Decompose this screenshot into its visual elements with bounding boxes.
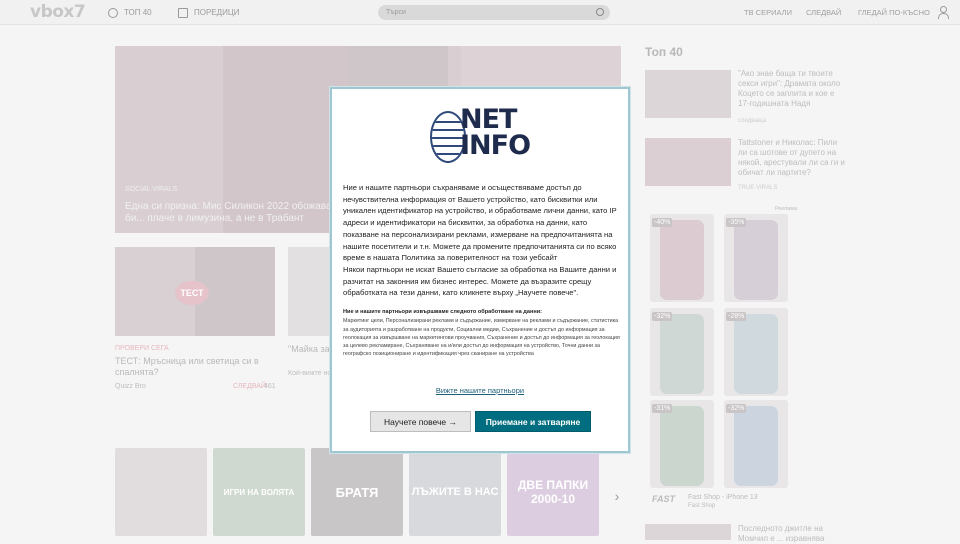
ad-product-1[interactable]: -40% [650,214,714,302]
ad-footer-sub: Fast Shop [688,503,716,509]
consent-paragraph-2: Някои партньори не искат Вашето съгласие… [343,264,617,298]
ad-brand: FAST [652,494,676,504]
card-count: 461 [264,383,276,390]
nav-series-label: ПОРЕДИЦИ [194,8,240,17]
learn-more-button[interactable]: Научете повече → [370,411,471,432]
nav-top40[interactable]: ТОП 40 [108,0,152,25]
nav-tv-series[interactable]: ТВ СЕРИАЛИ [744,8,792,17]
top40-title-1[interactable]: "Ако знае баща ти твоите секси игри": Др… [738,69,848,109]
card2-thumbnail[interactable] [288,247,333,336]
consent-paragraph-1: Ние и нашите партньори съхраняваме и осъ… [343,183,617,263]
ad-product-6[interactable]: -32% [724,400,788,488]
ad-product-4[interactable]: -28% [724,308,788,396]
purposes-list: Маркетинг цели, Персонализирани реклами … [343,318,620,358]
ad-label: Реклама [775,206,798,212]
card2-title[interactable]: "Майка за... почивка с ... [288,344,332,355]
card-follow-button[interactable]: СЛЕДВАЙ [233,383,266,390]
carousel-next-arrow[interactable]: › [610,484,624,508]
ad-product-5[interactable]: -31% [650,400,714,488]
netinfo-logo: NET INFO [430,106,532,167]
search-icon[interactable] [596,8,604,16]
show-tile-1[interactable] [115,448,207,536]
card-tag: ПРОВЕРИ СЕГА [115,345,169,352]
card-author[interactable]: Quizz Bro [115,383,146,390]
view-partners-link[interactable]: Вижте нашите партньори [332,386,628,395]
ad-product-3[interactable]: -32% [650,308,714,396]
film-icon [178,7,188,18]
top40-thumb-3[interactable] [645,524,731,540]
show-tile-4[interactable]: ЛЪЖИТЕ В НАС [409,448,501,536]
top40-icon [108,7,118,18]
nav-series[interactable]: ПОРЕДИЦИ [178,0,239,25]
card-thumbnail[interactable]: ТЕСТ [115,247,275,336]
card2-author: Кой-вижте нов... [288,370,332,377]
consent-purposes: Ние и нашите партньори извършваме следно… [343,308,621,359]
ad-product-2[interactable]: -35% [724,214,788,302]
show-tile-3[interactable]: БРАТЯ [311,448,403,536]
consent-text: Ние и нашите партньори съхраняваме и осъ… [343,182,621,299]
nav-top40-label: ТОП 40 [124,8,152,17]
ad-footer-title[interactable]: Fast Shop - iPhone 13 [688,494,758,501]
show-tile-5[interactable]: ДВЕ ПАПКИ 2000-10 [507,448,599,536]
top-nav: vbox7 ТОП 40 ПОРЕДИЦИ Търси ТВ СЕРИАЛИ С… [0,0,960,25]
top40-thumb-2[interactable] [645,138,731,186]
purposes-title: Ние и нашите партньори извършваме следно… [343,309,543,315]
top40-date-2: TRUE VIRALS [738,185,778,191]
test-badge: ТЕСТ [175,281,209,305]
consent-dialog: NET INFO Ние и нашите партньори съхранява… [330,87,630,453]
top40-heading: Топ 40 [645,45,683,59]
show-tile-2[interactable]: ИГРИ НА ВОЛЯТА [213,448,305,536]
top40-title-2[interactable]: Tattstoner и Николас: Пили ли са шотове … [738,138,848,178]
user-icon[interactable] [938,6,949,19]
accept-close-button[interactable]: Приемане и затваряне [475,411,591,432]
card-title[interactable]: ТЕСТ: Мръсница или светица си в спалнята… [115,356,265,378]
nav-watch-later[interactable]: ГЛЕДАЙ ПО-КЪСНО [858,8,930,17]
hero-tag: SOCIAL VIRALS [125,186,178,193]
top40-thumb-1[interactable] [645,70,731,118]
nav-follow[interactable]: СЛЕДВАЙ [806,8,841,17]
search-input[interactable]: Търси [378,5,610,20]
hero-caption[interactable]: Една си призна: Мис Силикон 2022 обожава… [125,201,355,225]
vbox7-logo[interactable]: vbox7 [30,2,86,22]
top40-date-1: следваща [738,118,766,124]
top40-title-3[interactable]: Последното джитле на Момчил е ... изравн… [738,524,848,544]
